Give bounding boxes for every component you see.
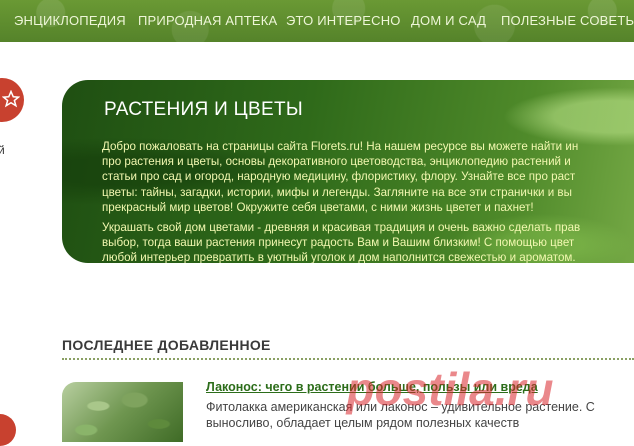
hero-text-line: любой интерьер превратить в уютный уголо… [102, 251, 576, 263]
left-badge[interactable] [0, 78, 24, 122]
hero-banner: РАСТЕНИЯ И ЦВЕТЫ Добро пожаловать на стр… [62, 80, 634, 263]
nav-item-natural-pharmacy[interactable]: ПРИРОДНАЯ АПТЕКА [138, 13, 277, 28]
nav-item-home-garden[interactable]: ДОМ И САД [411, 13, 486, 28]
article-title-link[interactable]: Лаконос: чего в растении больше, пользы … [206, 380, 538, 394]
top-navigation: ЭНЦИКЛОПЕДИЯ ПРИРОДНАЯ АПТЕКА ЭТО ИНТЕРЕ… [0, 0, 634, 42]
article-thumbnail[interactable] [62, 382, 183, 442]
nav-item-useful-tips[interactable]: ПОЛЕЗНЫЕ СОВЕТЫ [501, 13, 634, 28]
hero-text-line: прекрасный мир цветов! Окружите себя цве… [102, 200, 534, 214]
hero-text-line: Украшать свой дом цветами - древняя и кр… [102, 221, 581, 234]
hero-text-line: Добро пожаловать на страницы сайта Flore… [102, 140, 579, 153]
article-excerpt: Фитолакка американская или лаконос – уди… [206, 399, 595, 431]
hero-text-line: выбор, тогда ваши растения принесут радо… [102, 236, 575, 250]
star-icon [2, 90, 20, 108]
left-badge-bottom[interactable] [0, 414, 16, 446]
latest-section-title: ПОСЛЕДНЕЕ ДОБАВЛЕННОЕ [62, 337, 271, 353]
hero-title: РАСТЕНИЯ И ЦВЕТЫ [104, 99, 303, 120]
hero-paragraph-decor: Украшать свой дом цветами - древняя и кр… [102, 220, 580, 263]
excerpt-line: Фитолакка американская или лаконос – уди… [206, 400, 595, 414]
hero-text-line: про растения и цветы, основы декоративно… [102, 155, 571, 169]
hero-text-line: цветы: тайны, загадки, истории, мифы и л… [102, 185, 572, 199]
left-text-fragment: й [0, 143, 5, 157]
nav-item-interesting[interactable]: ЭТО ИНТЕРЕСНО [286, 13, 401, 28]
nav-item-encyclopedia[interactable]: ЭНЦИКЛОПЕДИЯ [14, 13, 126, 28]
hero-paragraph-intro: Добро пожаловать на страницы сайта Flore… [102, 139, 578, 215]
excerpt-line: выносливо, обладает целым рядом полезных… [206, 416, 520, 430]
hero-text-line: статьи про сад и огород, народную медици… [102, 170, 576, 184]
section-divider [62, 358, 634, 360]
